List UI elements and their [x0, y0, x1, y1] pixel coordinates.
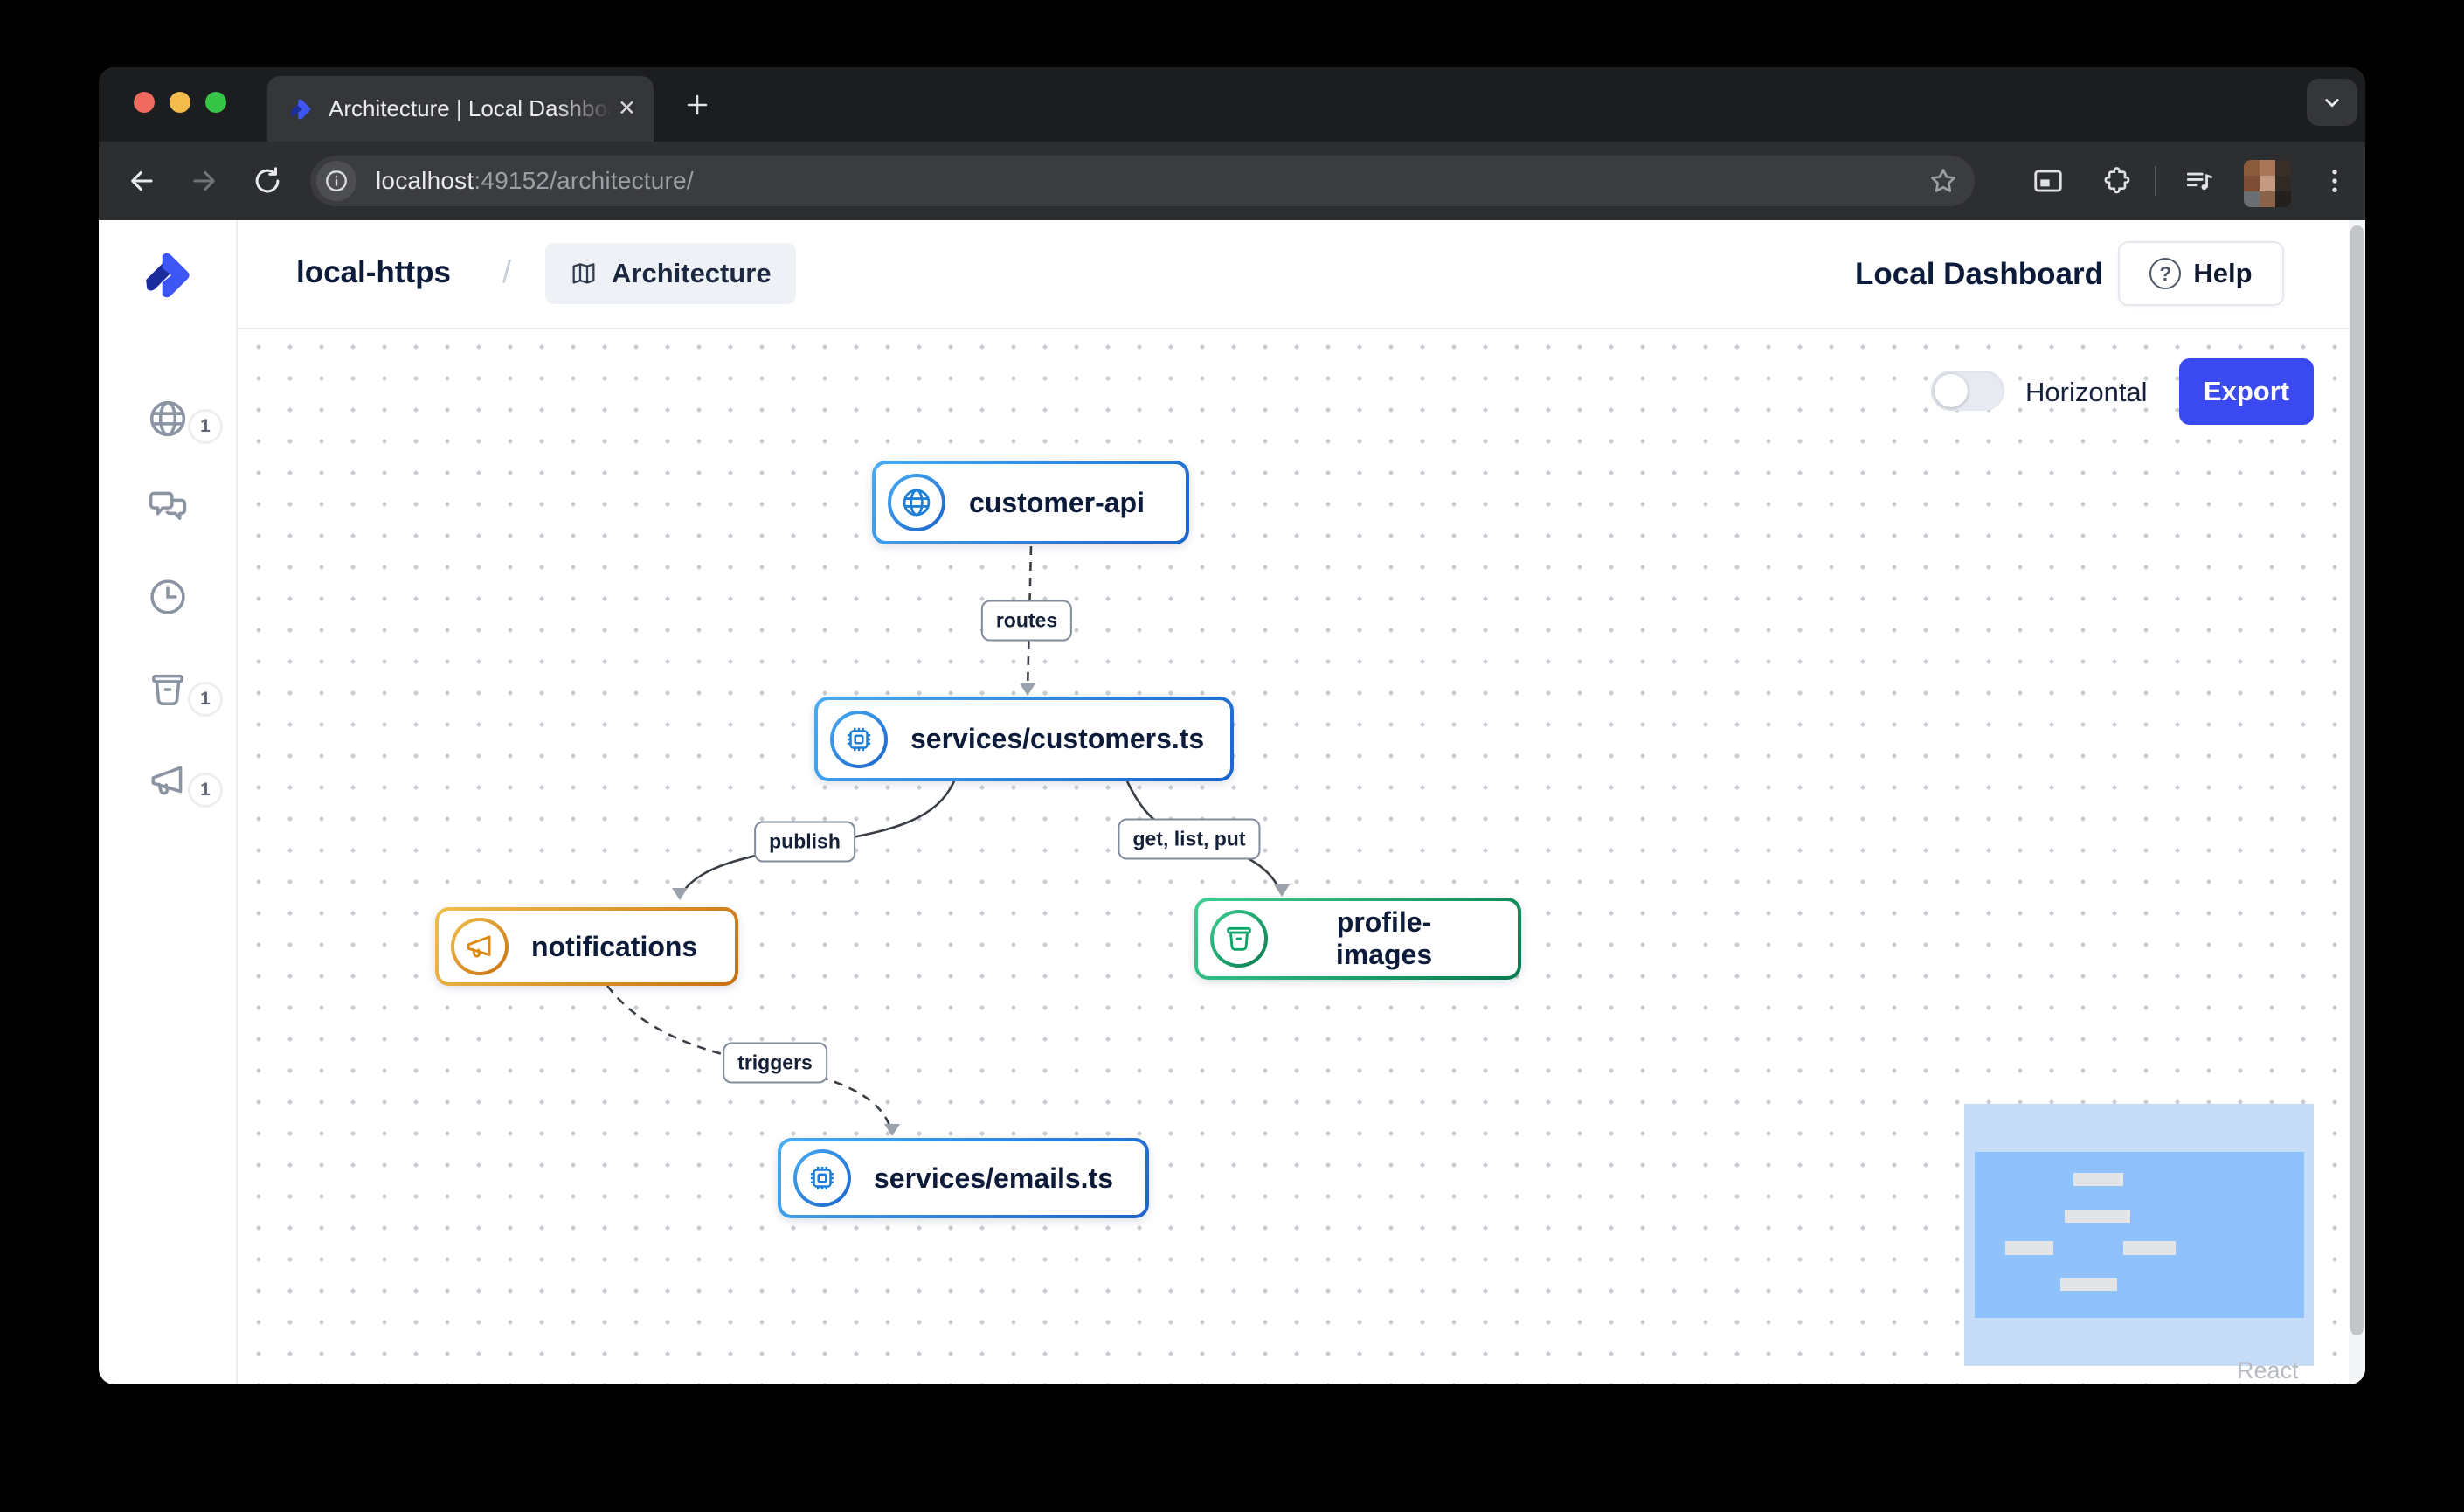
url-text: localhost:49152/architecture/ — [376, 167, 694, 195]
close-window-button[interactable] — [134, 92, 155, 113]
node-label: profile-images — [1291, 906, 1498, 971]
help-circle-icon: ? — [2149, 258, 2181, 289]
scrollbar-thumb[interactable] — [2350, 225, 2364, 1335]
horizontal-toggle[interactable] — [1931, 371, 2004, 411]
browser-window: Architecture | Local Dashboar ✕ localhos… — [99, 67, 2365, 1384]
minimap-node — [2005, 1241, 2053, 1255]
architecture-canvas[interactable]: customer-api services/customers.ts — [236, 328, 2349, 1384]
url-host: localhost — [376, 167, 474, 194]
minimap-node — [2073, 1173, 2123, 1186]
dashboard-page: local-https / Architecture Local Dashboa… — [99, 220, 2365, 1384]
arrowhead — [1020, 683, 1035, 696]
tab-title: Architecture | Local Dashboar — [329, 95, 618, 122]
new-tab-button[interactable] — [675, 83, 719, 127]
node-customer-api[interactable]: customer-api — [872, 461, 1189, 544]
bucket-badge: 1 — [188, 682, 223, 717]
node-profile-images[interactable]: profile-images — [1194, 898, 1521, 980]
address-bar[interactable]: localhost:49152/architecture/ — [310, 156, 1975, 206]
toolbar-separator — [2155, 166, 2156, 196]
toggle-knob — [1935, 374, 1968, 407]
bookmark-star-icon[interactable] — [1928, 165, 1959, 197]
tab-architecture-label: Architecture — [612, 258, 772, 289]
forward-icon[interactable] — [188, 164, 221, 198]
encore-favicon — [288, 96, 315, 122]
site-info-icon[interactable] — [316, 161, 356, 201]
page-title: Local Dashboard — [1855, 257, 2103, 292]
edge-label-publish: publish — [754, 822, 855, 863]
export-button[interactable]: Export — [2179, 358, 2314, 425]
plus-icon — [682, 90, 712, 120]
edge-label-triggers: triggers — [723, 1043, 827, 1084]
help-button[interactable]: ? Help — [2118, 241, 2284, 306]
extensions-puzzle-icon[interactable] — [2100, 164, 2133, 198]
minimap-node — [2123, 1241, 2176, 1255]
chip-icon — [842, 723, 876, 756]
screen: Architecture | Local Dashboar ✕ localhos… — [0, 0, 2464, 1512]
node-label: services/customers.ts — [910, 723, 1225, 755]
globe-badge: 1 — [188, 409, 223, 444]
react-flow-attribution: React Flow — [2237, 1357, 2349, 1384]
minimize-window-button[interactable] — [170, 92, 190, 113]
sidebar-item-chat[interactable] — [146, 484, 190, 528]
flow-minimap[interactable] — [1964, 1104, 2314, 1366]
tab-architecture[interactable]: Architecture — [545, 243, 796, 304]
map-icon — [570, 260, 598, 288]
globe-icon — [900, 486, 933, 519]
arrowhead — [884, 1124, 900, 1136]
url-path: :49152/architecture/ — [474, 167, 694, 194]
sidebar-item-bucket[interactable] — [146, 668, 190, 711]
sidebar-item-megaphone[interactable] — [146, 759, 190, 802]
tab-close-icon[interactable]: ✕ — [618, 98, 636, 120]
media-controls-icon[interactable] — [2183, 164, 2216, 198]
reload-icon[interactable] — [251, 164, 284, 198]
chevron-down-icon — [2319, 89, 2345, 115]
arrowhead — [1274, 884, 1290, 897]
browser-tab[interactable]: Architecture | Local Dashboar ✕ — [267, 76, 654, 142]
profile-avatar[interactable] — [2244, 160, 2291, 207]
minimap-node — [2060, 1278, 2117, 1291]
minimap-node — [2065, 1210, 2130, 1223]
back-icon[interactable] — [125, 164, 158, 198]
node-services-emails[interactable]: services/emails.ts — [778, 1138, 1149, 1218]
edge-label-routes: routes — [981, 600, 1072, 642]
picture-in-picture-icon[interactable] — [2031, 164, 2065, 198]
breadcrumb-separator: / — [502, 253, 511, 290]
horizontal-toggle-label: Horizontal — [2025, 377, 2148, 408]
minimap-viewport — [1975, 1152, 2304, 1318]
sidebar-item-clock[interactable] — [146, 575, 190, 619]
megaphone-icon — [463, 930, 496, 963]
edge-label-get-list-put: get, list, put — [1118, 819, 1260, 860]
app-name: local-https — [296, 255, 451, 290]
zoom-window-button[interactable] — [205, 92, 226, 113]
node-label: services/emails.ts — [874, 1162, 1134, 1195]
help-button-label: Help — [2193, 258, 2252, 289]
encore-logo[interactable] — [141, 246, 198, 304]
arrowhead — [672, 888, 688, 900]
node-label: notifications — [531, 931, 718, 963]
bucket-icon — [1222, 922, 1256, 955]
tab-search-button[interactable] — [2307, 79, 2357, 126]
chip-icon — [806, 1162, 839, 1195]
megaphone-badge: 1 — [188, 773, 223, 808]
node-label: customer-api — [968, 487, 1166, 519]
tab-strip: Architecture | Local Dashboar ✕ — [99, 67, 2365, 142]
node-services-customers[interactable]: services/customers.ts — [814, 697, 1234, 781]
browser-toolbar: localhost:49152/architecture/ — [99, 142, 2365, 220]
sidebar-item-globe[interactable] — [146, 397, 190, 440]
node-notifications[interactable]: notifications — [435, 907, 738, 986]
browser-menu-icon[interactable] — [2318, 164, 2351, 198]
